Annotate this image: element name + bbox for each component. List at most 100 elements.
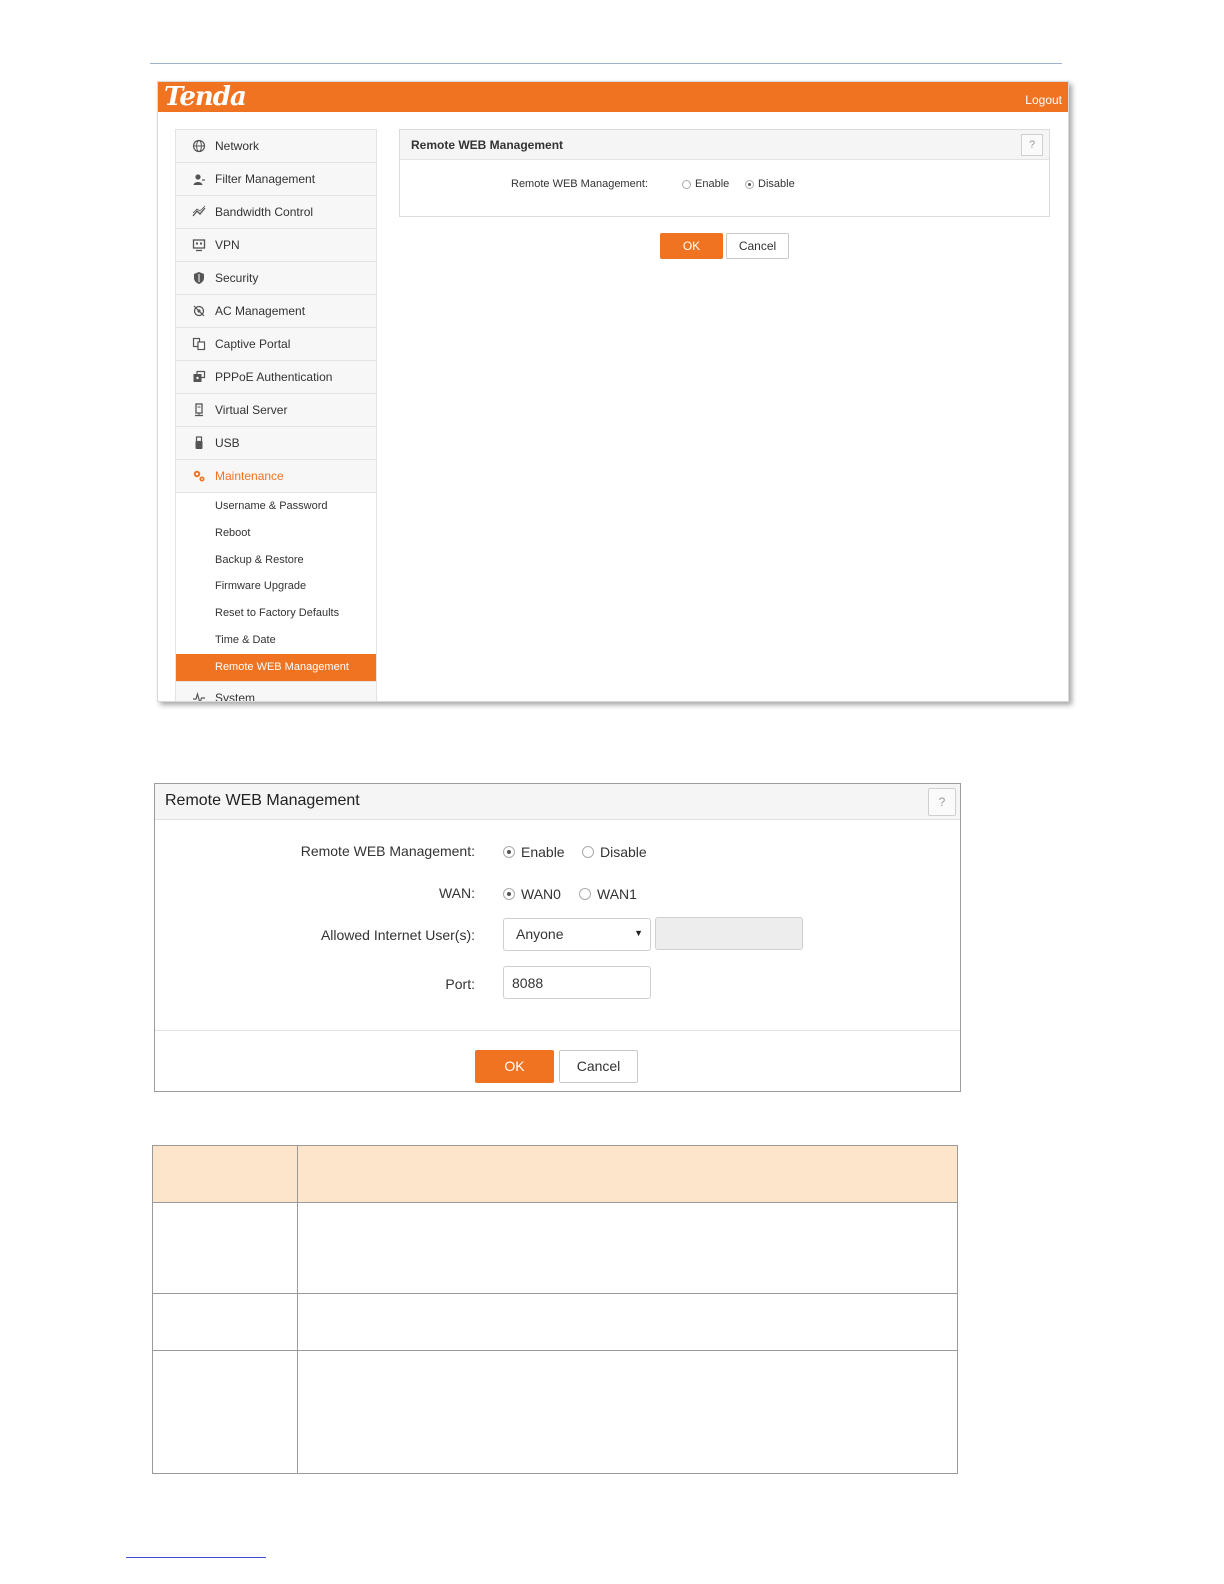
sidebar-item-network[interactable]: Network	[176, 130, 376, 163]
submenu-item-label: Reset to Factory Defaults	[215, 607, 340, 620]
submenu-item-reset-factory-defaults[interactable]: Reset to Factory Defaults	[176, 600, 376, 627]
table-cell	[297, 1350, 958, 1474]
vpn-icon	[192, 239, 206, 252]
enable-radio[interactable]	[503, 846, 515, 859]
sidebar-item-ac-management[interactable]: AC Management	[176, 295, 376, 328]
ok-button[interactable]: OK	[660, 233, 723, 259]
wan0-radio-option[interactable]: WAN0	[503, 885, 561, 902]
port-label: Port:	[445, 976, 475, 992]
remote-web-panel: Remote WEB Management ? Remote WEB Manag…	[399, 129, 1050, 217]
disable-label: Disable	[600, 844, 647, 861]
cancel-button[interactable]: Cancel	[726, 233, 789, 259]
ac-management-icon	[193, 305, 205, 317]
table-cell	[152, 1293, 298, 1351]
enable-label: Enable	[521, 844, 565, 861]
router-ui-screenshot: Tenda Logout Network Filter Management B…	[157, 81, 1069, 702]
submenu-item-label: Backup & Restore	[215, 553, 304, 566]
sidebar-item-bandwidth-control[interactable]: Bandwidth Control	[176, 196, 376, 229]
ok-button[interactable]: OK	[475, 1050, 554, 1083]
wan0-label: WAN0	[521, 886, 561, 903]
parameter-table	[152, 1145, 958, 1474]
pppoe-icon	[193, 370, 206, 382]
chevron-down-icon: ▼	[634, 928, 643, 938]
allowed-users-label: Allowed Internet User(s):	[320, 927, 475, 943]
allowed-users-select[interactable]: Anyone ▼	[503, 918, 651, 951]
submenu-item-backup-restore[interactable]: Backup & Restore	[176, 547, 376, 574]
wan0-radio[interactable]	[503, 888, 515, 901]
table-header-cell	[152, 1145, 298, 1203]
sidebar-item-maintenance[interactable]: Maintenance	[176, 460, 376, 493]
sidebar-item-security[interactable]: Security	[176, 262, 376, 295]
sidebar-item-label: Security	[215, 271, 259, 285]
wan1-label: WAN1	[597, 886, 637, 903]
submenu-item-label: Username & Password	[215, 500, 328, 512]
sidebar-item-label: USB	[215, 436, 240, 450]
disable-radio[interactable]	[582, 846, 594, 859]
cancel-button[interactable]: Cancel	[559, 1050, 638, 1083]
disable-radio[interactable]	[745, 179, 754, 189]
sidebar-item-label: Network	[215, 139, 260, 153]
sidebar-item-captive-portal[interactable]: Captive Portal	[176, 328, 376, 361]
sidebar-item-label: VPN	[215, 238, 240, 252]
enable-radio-option[interactable]: Enable	[503, 843, 565, 860]
sidebar-item-label: Virtual Server	[215, 403, 288, 417]
sidebar: Network Filter Management Bandwidth Cont…	[175, 129, 377, 701]
sidebar-item-system[interactable]: System	[176, 681, 376, 701]
sidebar-item-filter-management[interactable]: Filter Management	[176, 163, 376, 196]
help-button[interactable]: ?	[928, 788, 956, 816]
gears-icon	[193, 470, 205, 482]
sidebar-item-vpn[interactable]: VPN	[176, 229, 376, 262]
wan-label: WAN:	[438, 885, 475, 901]
submenu-item-firmware-upgrade[interactable]: Firmware Upgrade	[176, 573, 376, 600]
sidebar-item-label: AC Management	[215, 304, 306, 318]
sidebar-item-pppoe-authentication[interactable]: PPPoE Authentication	[176, 361, 376, 394]
server-icon	[195, 403, 203, 417]
panel-header: Remote WEB Management ?	[155, 784, 960, 820]
enable-radio-option[interactable]: Enable	[682, 178, 729, 190]
submenu-item-label: Time & Date	[215, 633, 276, 646]
wan1-radio-option[interactable]: WAN1	[579, 885, 637, 902]
sidebar-item-label: PPPoE Authentication	[215, 370, 333, 384]
submenu-item-label: Reboot	[215, 526, 251, 539]
globe-icon	[192, 139, 206, 153]
sidebar-item-label: Filter Management	[215, 172, 316, 186]
panel-title: Remote WEB Management	[165, 792, 360, 809]
disable-radio-option[interactable]: Disable	[745, 178, 795, 190]
sidebar-item-label: Captive Portal	[215, 337, 291, 351]
submenu-item-remote-web-management[interactable]: Remote WEB Management	[176, 653, 376, 681]
sidebar-item-usb[interactable]: USB	[176, 427, 376, 460]
sidebar-item-virtual-server[interactable]: Virtual Server	[176, 394, 376, 427]
user-filter-icon	[193, 174, 205, 185]
remote-web-label: Remote WEB Management:	[511, 178, 648, 190]
portal-icon	[192, 337, 206, 351]
table-cell	[297, 1293, 958, 1351]
submenu-item-username-password[interactable]: Username & Password	[176, 493, 376, 520]
table-header-row	[152, 1145, 958, 1203]
page-top-rule	[150, 63, 1062, 64]
table-cell	[152, 1202, 298, 1294]
remote-web-enabled-panel: Remote WEB Management ? Remote WEB Manag…	[154, 783, 961, 1092]
sidebar-item-label: Maintenance	[215, 469, 284, 483]
wan1-radio[interactable]	[579, 888, 591, 901]
table-header-cell	[297, 1145, 958, 1203]
table-row	[152, 1202, 958, 1294]
footer-link-underline[interactable]	[126, 1557, 266, 1558]
usb-icon	[195, 436, 203, 449]
help-button[interactable]: ?	[1021, 134, 1043, 156]
table-cell	[297, 1202, 958, 1294]
chart-line-icon	[192, 205, 206, 217]
port-value: 8088	[512, 975, 544, 991]
panel-divider	[155, 1030, 960, 1031]
enable-label: Enable	[695, 178, 730, 191]
submenu-item-reboot[interactable]: Reboot	[176, 520, 376, 547]
allowed-ip-input	[655, 917, 803, 950]
submenu-item-label: Firmware Upgrade	[215, 580, 307, 593]
shield-icon	[194, 272, 204, 284]
submenu-item-time-date[interactable]: Time & Date	[176, 627, 376, 654]
logout-link[interactable]: Logout	[1025, 93, 1062, 107]
enable-radio[interactable]	[682, 179, 691, 189]
table-cell	[152, 1350, 298, 1474]
port-input[interactable]: 8088	[503, 966, 651, 999]
disable-radio-option[interactable]: Disable	[582, 843, 647, 860]
top-bar: Tenda Logout	[158, 82, 1068, 112]
